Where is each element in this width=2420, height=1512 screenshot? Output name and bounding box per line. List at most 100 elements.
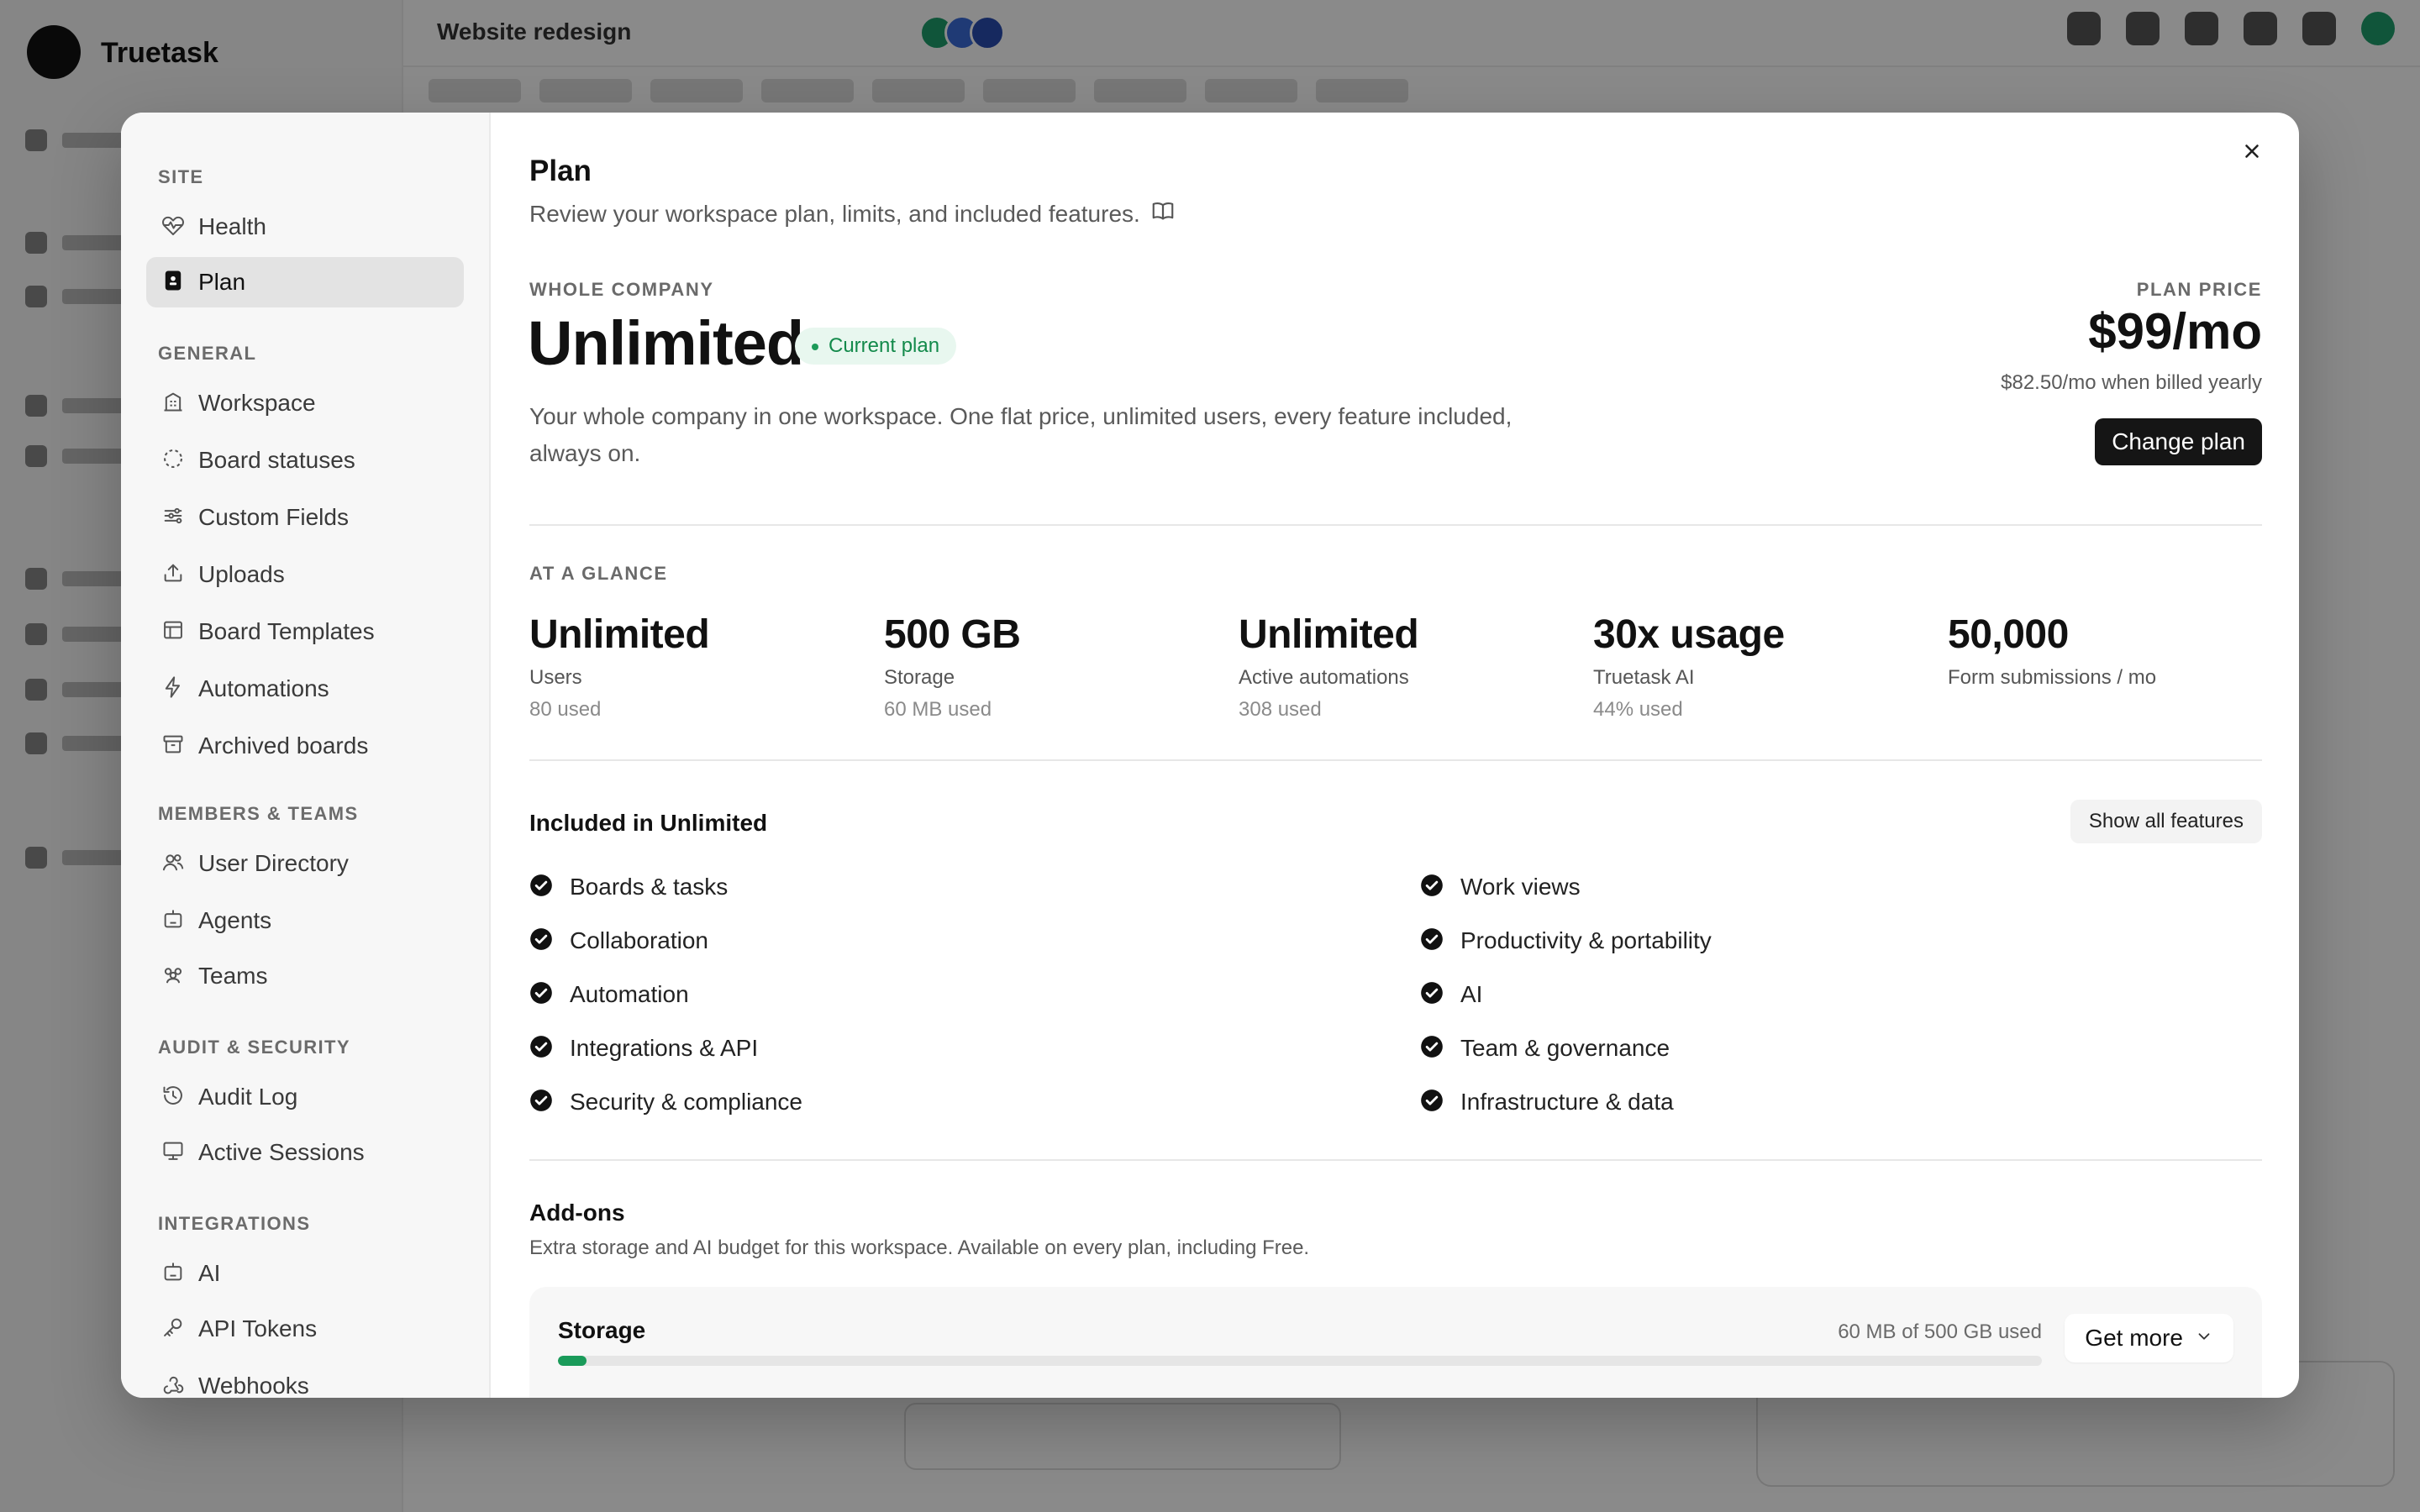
sidebar-item-webhooks[interactable]: Webhooks: [146, 1361, 464, 1398]
divider: [529, 759, 2262, 761]
stat-used: 44% used: [1593, 698, 1683, 721]
addons-title: Add-ons: [529, 1200, 625, 1226]
settings-modal: SITE Health Plan GENERAL Workspace Board…: [121, 113, 2299, 1398]
feature-label: Work views: [1460, 874, 1581, 900]
key-icon: [161, 1315, 185, 1343]
sidebar-section-integrations: INTEGRATIONS: [158, 1213, 311, 1234]
sidebar-item-api-tokens[interactable]: API Tokens: [146, 1304, 464, 1354]
building-icon: [161, 390, 185, 417]
plan-name: Unlimited: [528, 308, 804, 378]
stat-users: Unlimited Users 80 used: [529, 612, 849, 722]
plan-badge-icon: [161, 269, 185, 297]
sidebar-item-label: Audit Log: [198, 1084, 298, 1110]
check-circle-icon: [529, 874, 553, 901]
feature-item: Collaboration: [529, 924, 708, 958]
sidebar-item-label: Uploads: [198, 561, 285, 587]
sidebar-item-label: Agents: [198, 907, 272, 933]
heart-pulse-icon: [161, 213, 185, 241]
sidebar-section-members-teams: MEMBERS & TEAMS: [158, 803, 359, 824]
sidebar-item-label: AI: [198, 1260, 221, 1286]
addon-name: Storage: [558, 1317, 646, 1343]
check-circle-icon: [529, 927, 553, 955]
team-icon: [161, 963, 185, 990]
feature-label: AI: [1460, 981, 1483, 1007]
check-circle-icon: [529, 1035, 553, 1063]
show-all-features-button[interactable]: Show all features: [2070, 800, 2262, 843]
robot-icon: [161, 1260, 185, 1288]
feature-label: Infrastructure & data: [1460, 1089, 1674, 1115]
sidebar-item-label: Board statuses: [198, 447, 355, 473]
feature-item: Automation: [529, 978, 689, 1011]
dashed-circle-icon: [161, 447, 185, 475]
addons-subtitle: Extra storage and AI budget for this wor…: [529, 1236, 1310, 1259]
close-button[interactable]: [2230, 131, 2274, 175]
feature-label: Productivity & portability: [1460, 927, 1712, 953]
book-icon[interactable]: [1140, 198, 1176, 229]
stat-value: Unlimited: [529, 612, 710, 657]
check-circle-icon: [1420, 927, 1444, 955]
sidebar-item-board-statuses[interactable]: Board statuses: [146, 435, 464, 486]
chevron-down-icon: [2183, 1325, 2213, 1352]
page-subtitle: Review your workspace plan, limits, and …: [529, 198, 1176, 229]
page-subtitle-text: Review your workspace plan, limits, and …: [529, 200, 1140, 227]
template-icon: [161, 618, 185, 646]
sidebar-item-teams[interactable]: Teams: [146, 951, 464, 1001]
check-circle-icon: [1420, 1035, 1444, 1063]
stat-used: 308 used: [1239, 698, 1322, 721]
addon-usage: 60 MB of 500 GB used: [1838, 1320, 2042, 1343]
feature-item: Integrations & API: [529, 1032, 758, 1065]
stat-name: Form submissions / mo: [1948, 666, 2157, 689]
plan-description: Your whole company in one workspace. One…: [529, 403, 1512, 466]
sidebar-item-agents[interactable]: Agents: [146, 895, 464, 946]
feature-item: Security & compliance: [529, 1085, 802, 1119]
sidebar-item-board-templates[interactable]: Board Templates: [146, 606, 464, 657]
sidebar-section-audit-security: AUDIT & SECURITY: [158, 1037, 350, 1058]
lightning-icon: [161, 675, 185, 703]
sidebar-item-archived-boards[interactable]: Archived boards: [146, 721, 464, 771]
history-icon: [161, 1084, 185, 1111]
glance-kicker: AT A GLANCE: [529, 563, 668, 584]
stat-name: Truetask AI: [1593, 666, 1695, 689]
sidebar-item-label: API Tokens: [198, 1315, 318, 1341]
sidebar-item-audit-log[interactable]: Audit Log: [146, 1072, 464, 1122]
check-circle-icon: [1420, 874, 1444, 901]
sidebar-item-automations[interactable]: Automations: [146, 664, 464, 714]
stat-ai: 30x usage Truetask AI 44% used: [1593, 612, 1912, 722]
feature-item: Work views: [1420, 870, 1581, 904]
robot-icon: [161, 907, 185, 935]
stat-name: Users: [529, 666, 582, 689]
get-more-button[interactable]: Get more: [2065, 1314, 2233, 1362]
sidebar-item-uploads[interactable]: Uploads: [146, 549, 464, 600]
addon-card-storage: Storage 60 MB of 500 GB used Get more: [529, 1287, 2262, 1398]
sliders-icon: [161, 504, 185, 532]
sidebar-item-label: Workspace: [198, 390, 316, 416]
check-circle-icon: [1420, 981, 1444, 1009]
current-plan-badge: Current plan: [795, 328, 957, 365]
feature-item: Team & governance: [1420, 1032, 1670, 1065]
sidebar-item-workspace[interactable]: Workspace: [146, 378, 464, 428]
change-plan-button[interactable]: Change plan: [2095, 418, 2262, 465]
sidebar-item-active-sessions[interactable]: Active Sessions: [146, 1127, 464, 1178]
feature-label: Collaboration: [570, 927, 708, 953]
sidebar-item-custom-fields[interactable]: Custom Fields: [146, 492, 464, 543]
stat-automations: Unlimited Active automations 308 used: [1239, 612, 1558, 722]
feature-item: AI: [1420, 978, 1482, 1011]
divider: [529, 1159, 2262, 1161]
feature-item: Boards & tasks: [529, 870, 728, 904]
check-circle-icon: [529, 981, 553, 1009]
stat-storage: 500 GB Storage 60 MB used: [884, 612, 1203, 722]
sidebar-section-general: GENERAL: [158, 343, 257, 364]
sidebar-item-label: Custom Fields: [198, 504, 349, 530]
price-kicker: PLAN PRICE: [2136, 279, 2262, 300]
settings-sidebar: SITE Health Plan GENERAL Workspace Board…: [121, 113, 491, 1398]
sidebar-item-plan[interactable]: Plan: [146, 257, 464, 307]
sidebar-item-ai[interactable]: AI: [146, 1248, 464, 1299]
sidebar-item-user-directory[interactable]: User Directory: [146, 838, 464, 889]
feature-label: Integrations & API: [570, 1035, 759, 1061]
sidebar-item-health[interactable]: Health: [146, 202, 464, 252]
sidebar-item-label: Plan: [198, 269, 246, 295]
included-title: Included in Unlimited: [529, 810, 768, 836]
stat-value: 500 GB: [884, 612, 1021, 657]
webhook-icon: [161, 1373, 185, 1399]
monitor-icon: [161, 1139, 185, 1167]
